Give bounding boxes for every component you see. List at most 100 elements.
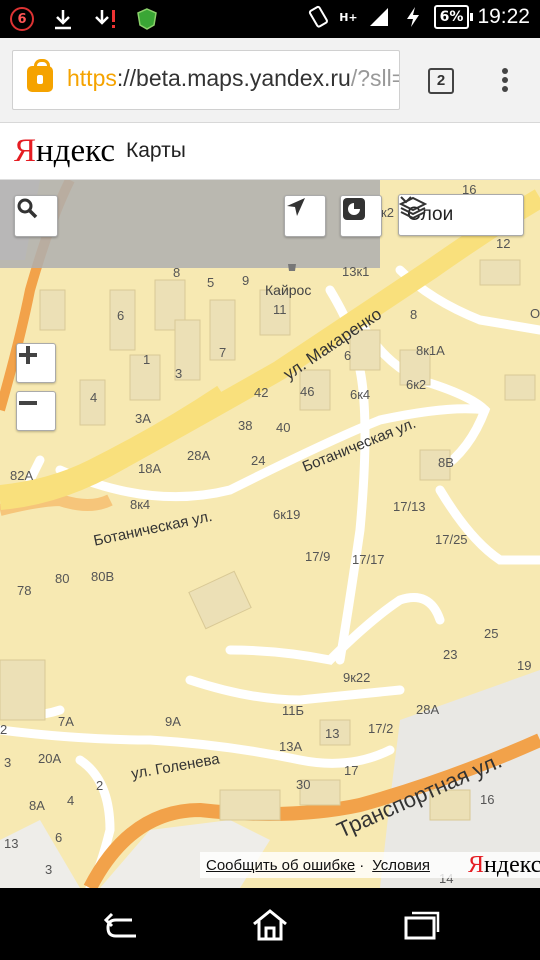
house-number: 17 (344, 763, 359, 778)
house-number: 13 (4, 836, 19, 851)
house-number: 7 (219, 345, 227, 360)
lock-icon (27, 59, 53, 92)
map-canvas[interactable]: 8 5 9 6 11 13к1 к2 16 12 8 О 1 7 3 6 8к1А 4 46 42 6к4 6к2 3А 3… (0, 180, 540, 888)
clock: 19:22 (477, 5, 530, 28)
layers-button[interactable]: Слои (398, 194, 524, 236)
service-title[interactable]: Карты (126, 139, 186, 163)
house-number: 82А (10, 468, 34, 483)
house-number: 11 (273, 302, 287, 317)
house-number: 40 (276, 420, 291, 435)
house-number: 4 (67, 793, 75, 808)
house-number: 8к4 (130, 497, 151, 512)
terms-link[interactable]: Условия (372, 857, 430, 874)
url-text[interactable]: https://beta.maps.yandex.ru/?sll= (67, 65, 400, 92)
recent-apps-icon (404, 911, 440, 940)
page-header: Яндекс Карты (0, 123, 540, 180)
battery-level: 6% (433, 5, 474, 29)
tab-switcher-button[interactable]: 2 (428, 68, 454, 94)
house-number: 6 (344, 348, 352, 363)
status-bar: 6 H+ 6% 19:22 (0, 0, 540, 38)
back-button[interactable] (102, 908, 142, 942)
house-number: 13 (325, 726, 340, 741)
zoom-out-button[interactable] (16, 391, 56, 431)
house-number: 6к4 (350, 387, 371, 402)
house-number: 7А (58, 714, 74, 729)
report-error-link[interactable]: Сообщить об ошибке (206, 857, 355, 874)
charging-icon (400, 4, 426, 30)
house-number: к2 (381, 205, 394, 220)
house-number: 17/17 (352, 552, 385, 567)
house-number: 1 (143, 352, 151, 367)
home-button[interactable] (250, 908, 290, 942)
locate-button[interactable] (284, 195, 326, 237)
house-number: 23 (443, 647, 458, 662)
house-number: 80В (91, 569, 115, 584)
house-number: 38 (238, 418, 253, 433)
house-number: 6к2 (406, 377, 427, 392)
overflow-menu-icon[interactable] (500, 68, 510, 96)
house-number: 2 (96, 778, 104, 793)
house-number: 9 (242, 273, 250, 288)
poi-label[interactable]: Кайрос (265, 282, 311, 298)
house-number: 20А (38, 751, 62, 766)
house-number: 3А (135, 411, 151, 426)
house-number: 9к22 (343, 670, 371, 685)
app-shield-icon (134, 6, 160, 32)
house-number: 3 (175, 366, 183, 381)
house-number: 9А (165, 714, 181, 729)
house-number: 8 (410, 307, 418, 322)
house-number: 8к1А (416, 343, 445, 358)
house-number: 17/9 (305, 549, 331, 564)
house-number: 3 (4, 755, 12, 770)
house-number: 16 (480, 792, 495, 807)
house-number: 46 (300, 384, 315, 399)
signal-icon (366, 4, 392, 30)
vibrate-icon (305, 4, 331, 30)
url-path: /?sll= (350, 65, 400, 91)
minus-icon (19, 401, 37, 405)
download-error-icon (92, 6, 118, 32)
house-number: 8В (438, 455, 454, 470)
network-type: H+ (339, 10, 358, 24)
url-scheme: https (67, 65, 117, 91)
traffic-icon (343, 198, 365, 220)
house-number: 8 (173, 265, 181, 280)
house-number: 6к19 (273, 507, 301, 522)
chevron-down-icon (400, 196, 412, 204)
traffic-button[interactable] (340, 195, 382, 237)
house-number: 13А (279, 739, 303, 754)
house-number: 78 (17, 583, 32, 598)
system-navigation-bar (0, 888, 540, 960)
house-number: 30 (296, 777, 311, 792)
location-arrow-icon (287, 198, 305, 216)
house-number: 18А (138, 461, 162, 476)
url-host: ://beta.maps.yandex.ru (116, 65, 351, 91)
house-number: 11Б (282, 703, 305, 718)
address-bar[interactable]: https://beta.maps.yandex.ru/?sll= (12, 50, 400, 110)
notification-count-icon: 6 (10, 7, 34, 31)
house-number: 3 (45, 862, 53, 877)
back-icon (103, 912, 136, 938)
house-number: О (530, 306, 540, 321)
zoom-in-button[interactable] (16, 343, 56, 383)
house-number: 80 (55, 571, 70, 586)
search-icon (17, 198, 38, 219)
house-number: 17/25 (435, 532, 468, 547)
home-icon (253, 909, 287, 941)
house-number: 13к1 (342, 264, 370, 279)
recent-apps-button[interactable] (400, 908, 440, 942)
house-number: 24 (251, 453, 266, 468)
house-number: 6 (117, 308, 125, 323)
house-number: 28А (416, 702, 440, 717)
yandex-map-logo: Яндекс (468, 852, 540, 878)
house-number: 17/13 (393, 499, 426, 514)
house-number: 5 (207, 275, 215, 290)
house-number: 8А (29, 798, 45, 813)
house-number: 25 (484, 626, 499, 641)
house-number: 19 (517, 658, 532, 673)
house-number: 6 (55, 830, 63, 845)
search-button[interactable] (14, 195, 58, 237)
house-number: 17/2 (368, 721, 394, 736)
yandex-logo[interactable]: Яндекс (14, 133, 115, 170)
house-number: 12 (496, 236, 511, 251)
